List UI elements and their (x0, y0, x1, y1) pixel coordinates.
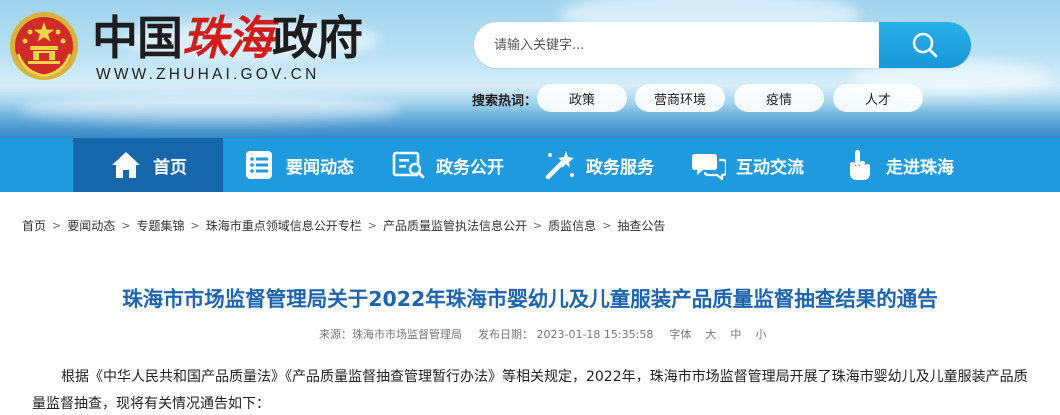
nav-label: 走进珠海 (886, 157, 954, 178)
breadcrumb-item-key-areas[interactable]: 珠海市重点领域信息公开专栏 (206, 217, 362, 234)
search-box (474, 22, 971, 68)
home-icon (109, 148, 143, 182)
nav-item-interaction[interactable]: 互动交流 (673, 138, 823, 192)
national-emblem-icon[interactable] (8, 10, 80, 82)
chevron-right-icon: > (52, 218, 62, 232)
chevron-right-icon: > (121, 218, 131, 232)
breadcrumb-item-qc-info[interactable]: 质监信息 (548, 217, 596, 234)
nav-label: 政务公开 (436, 157, 504, 178)
font-size-large-button[interactable]: 大 (705, 326, 716, 342)
chevron-right-icon: > (602, 218, 612, 232)
nav-label: 政务服务 (586, 157, 654, 178)
nav-item-news[interactable]: 要闻动态 (223, 138, 373, 192)
hot-tag[interactable]: 疫情 (734, 84, 824, 112)
breadcrumb-item-topics[interactable]: 专题集锦 (136, 217, 184, 234)
article-date: 发布日期： 2023-01-18 15:35:58 (478, 328, 654, 341)
site-logo-title[interactable]: 中国珠海政府 (92, 11, 363, 65)
nav-item-open-gov[interactable]: 政务公开 (373, 138, 523, 192)
main-nav: 首页 要闻动态 政务公开 政务服务 互动交流 走进珠海 (0, 138, 1060, 192)
chat-icon (692, 148, 726, 182)
chevron-right-icon: > (367, 218, 377, 232)
breadcrumb-item-quality[interactable]: 产品质量监管执法信息公开 (383, 217, 527, 234)
logo-title-part: 中国 (92, 11, 183, 65)
font-size-medium-button[interactable]: 中 (730, 326, 741, 342)
breadcrumb-item-news[interactable]: 要闻动态 (67, 217, 115, 234)
news-list-icon (242, 148, 276, 182)
breadcrumb-item-home[interactable]: 首页 (22, 217, 46, 234)
search-input[interactable] (474, 22, 879, 68)
article-title: 珠海市市场监督管理局关于2022年珠海市婴幼儿及儿童服装产品质量监督抽查结果的通… (122, 287, 938, 311)
nav-item-home[interactable]: 首页 (73, 138, 223, 192)
nav-label: 要闻动态 (286, 157, 354, 178)
chevron-right-icon: > (532, 218, 543, 232)
hot-search-label: 搜索热词： (472, 94, 538, 109)
logo-title-part: 政府 (272, 11, 363, 65)
search-button[interactable] (879, 22, 971, 68)
site-url: WWW.ZHUHAI.GOV.CN (96, 66, 320, 83)
nav-item-service[interactable]: 政务服务 (523, 138, 673, 192)
hand-icon (842, 148, 876, 182)
breadcrumb-item-announcement[interactable]: 抽查公告 (617, 217, 665, 234)
hot-tag[interactable]: 营商环境 (635, 84, 725, 112)
nav-label: 首页 (153, 157, 187, 178)
open-gov-icon (392, 148, 426, 182)
hot-tag[interactable]: 政策 (537, 84, 627, 112)
article-source: 来源：珠海市市场监督管理局 (319, 328, 462, 341)
service-icon (542, 148, 576, 182)
search-icon (912, 32, 938, 58)
chevron-right-icon: > (190, 218, 200, 232)
site-header: 中国珠海政府 WWW.ZHUHAI.GOV.CN 搜索热词： 政策 营商环境 疫… (0, 0, 1060, 138)
logo-title-city: 珠海 (182, 11, 273, 65)
nav-label: 互动交流 (736, 157, 804, 178)
font-size-small-button[interactable]: 小 (755, 326, 766, 342)
article-meta: 来源：珠海市市场监督管理局 发布日期： 2023-01-18 15:35:58 … (319, 326, 766, 342)
article-paragraph: 根据《中华人民共和国产品质量法》《产品质量监督抽查管理暂行办法》等相关规定，20… (32, 369, 1028, 412)
hot-tag[interactable]: 人才 (833, 84, 923, 112)
nav-item-zhuhai[interactable]: 走进珠海 (823, 138, 973, 192)
font-size-label: 字体 (669, 328, 692, 341)
breadcrumb: 首页 > 要闻动态 > 专题集锦 > 珠海市重点领域信息公开专栏 > 产品质量监… (22, 216, 665, 234)
